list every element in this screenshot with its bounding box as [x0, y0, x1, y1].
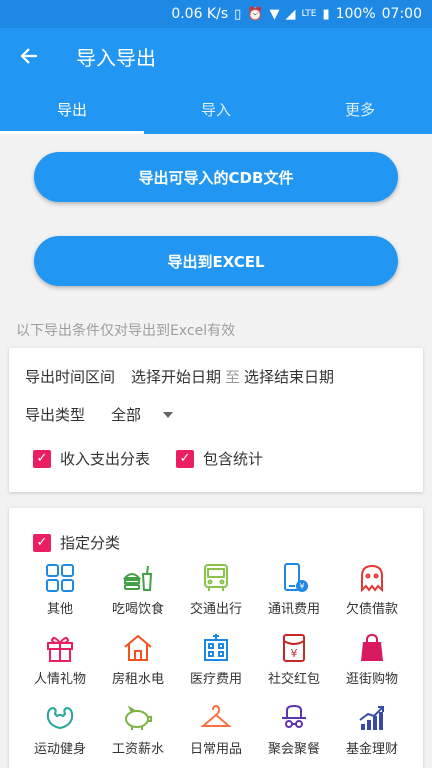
category-label: 通讯费用 — [267, 602, 320, 617]
category-label: 运动健身 — [33, 742, 86, 757]
category-item[interactable]: 吃喝饮食 — [99, 562, 177, 620]
category-label: 聚会聚餐 — [267, 742, 320, 757]
phone-icon: ¥ — [284, 563, 308, 592]
category-label: 人情礼物 — [33, 672, 86, 687]
category-item[interactable]: 交通出行 — [177, 562, 255, 620]
specify-category-row: ✓ 指定分类 — [33, 532, 120, 553]
clock: 07:00 — [381, 6, 422, 22]
bus-icon — [204, 564, 228, 591]
category-label: 其他 — [46, 602, 73, 617]
muscle-icon — [46, 706, 74, 730]
category-item[interactable]: 医疗费用 — [177, 632, 255, 690]
category-label: 日常用品 — [189, 742, 242, 757]
include-stats-label: 包含统计 — [203, 450, 264, 468]
category-label: 交通出行 — [189, 602, 242, 617]
category-item[interactable]: ¥ 通讯费用 — [255, 562, 333, 620]
network-speed: 0.06 K/s — [171, 6, 229, 22]
category-item[interactable]: 逛街购物 — [333, 632, 411, 690]
category-label: 工资薪水 — [111, 742, 164, 757]
red-envelope-icon: ¥ — [283, 634, 305, 662]
burger-drink-icon — [122, 565, 153, 591]
vibrate-icon: ▯ — [234, 6, 242, 22]
category-label: 社交红包 — [267, 672, 320, 687]
svg-text:¥: ¥ — [299, 582, 304, 591]
specify-category-checkbox[interactable]: ✓ 指定分类 — [33, 532, 120, 553]
alarm-icon: ⏰ — [247, 6, 264, 22]
export-cdb-button[interactable]: 导出可导入的CDB文件 — [34, 152, 398, 202]
signal-icon: ◢ — [285, 6, 296, 22]
category-item[interactable]: ¥ 社交红包 — [255, 632, 333, 690]
include-stats-checkbox[interactable]: ✓ 包含统计 — [176, 448, 263, 469]
checkmark-icon: ✓ — [33, 449, 51, 468]
end-date-picker[interactable]: 选择结束日期 — [244, 366, 334, 387]
category-card: ✓ 指定分类 其他 吃喝饮食 交通出行 ¥ 通讯费用 欠债借款 人情礼物 房租水… — [9, 508, 423, 768]
category-grid: 其他 吃喝饮食 交通出行 ¥ 通讯费用 欠债借款 人情礼物 房租水电 医疗费用 — [21, 562, 411, 760]
options-row: ✓ 收入支出分表 ✓ 包含统计 — [33, 448, 263, 469]
category-item[interactable]: 房租水电 — [99, 632, 177, 690]
shopping-bag-icon — [361, 633, 383, 661]
category-label: 逛街购物 — [345, 672, 398, 687]
specify-category-label: 指定分类 — [60, 534, 121, 552]
tab-export[interactable]: 导出 — [0, 84, 144, 134]
checkmark-icon: ✓ — [33, 533, 51, 552]
status-bar: 0.06 K/s ▯ ⏰ ▼ ◢ LTE ▮ 100% 07:00 — [0, 0, 432, 28]
export-type-row: 导出类型 全部 — [25, 404, 174, 425]
arrow-left-icon — [20, 48, 37, 64]
start-date-picker[interactable]: 选择开始日期 — [131, 366, 221, 387]
piggy-bank-icon — [125, 705, 152, 730]
export-type-value: 全部 — [111, 406, 142, 424]
hanger-icon — [200, 704, 232, 727]
category-item[interactable]: 运动健身 — [21, 702, 99, 760]
battery-icon: ▮ — [322, 6, 330, 22]
category-item[interactable]: 基金理财 — [333, 702, 411, 760]
export-type-dropdown[interactable]: 全部 — [111, 404, 174, 425]
hospital-icon — [204, 634, 228, 661]
page-title: 导入导出 — [76, 45, 156, 70]
dropdown-arrow-icon — [163, 411, 174, 418]
battery-level: 100% — [335, 6, 376, 22]
gift-icon — [47, 637, 73, 662]
tab-bar: 导出 导入 更多 — [0, 84, 432, 134]
time-range-row: 导出时间区间 选择开始日期 至 选择结束日期 — [25, 366, 334, 387]
income-expense-checkbox[interactable]: ✓ 收入支出分表 — [33, 448, 150, 469]
checkmark-icon: ✓ — [176, 449, 195, 468]
house-icon — [124, 634, 152, 661]
category-item[interactable]: 工资薪水 — [99, 702, 177, 760]
network-type: LTE — [301, 9, 317, 19]
category-label: 欠债借款 — [345, 602, 398, 617]
export-type-label: 导出类型 — [25, 406, 86, 424]
to-separator: 至 — [225, 368, 241, 386]
time-range-label: 导出时间区间 — [25, 368, 116, 386]
category-item[interactable]: 聚会聚餐 — [255, 702, 333, 760]
category-item[interactable]: 人情礼物 — [21, 632, 99, 690]
grid-icon — [46, 564, 74, 592]
svg-text:¥: ¥ — [291, 647, 298, 660]
category-item[interactable]: 其他 — [21, 562, 99, 620]
income-expense-label: 收入支出分表 — [60, 450, 151, 468]
category-label: 吃喝饮食 — [111, 602, 164, 617]
category-label: 医疗费用 — [189, 672, 242, 687]
app-bar: 导入导出 — [0, 28, 432, 84]
ghost-icon — [361, 564, 383, 593]
export-conditions-card: 导出时间区间 选择开始日期 至 选择结束日期 导出类型 全部 ✓ 收入支出分表 … — [9, 348, 423, 492]
party-hat-icon — [282, 704, 306, 728]
wifi-icon: ▼ — [269, 6, 280, 22]
back-button[interactable] — [0, 28, 58, 84]
category-label: 基金理财 — [345, 742, 398, 757]
category-item[interactable]: 欠债借款 — [333, 562, 411, 620]
chart-up-icon — [359, 706, 384, 730]
excel-conditions-hint: 以下导出条件仅对导出到Excel有效 — [16, 323, 236, 339]
category-label: 房租水电 — [111, 672, 164, 687]
tab-more[interactable]: 更多 — [288, 84, 432, 134]
category-item[interactable]: 日常用品 — [177, 702, 255, 760]
export-excel-button[interactable]: 导出到EXCEL — [34, 236, 398, 286]
tab-import[interactable]: 导入 — [144, 84, 288, 134]
